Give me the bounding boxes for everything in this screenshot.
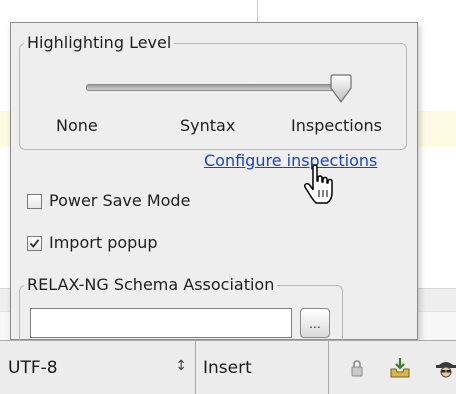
power-save-mode-checkbox-row[interactable]: Power Save Mode (27, 191, 190, 211)
import-popup-checkbox-row[interactable]: Import popup (27, 233, 158, 253)
status-bar: UTF-8 ↕ Insert (0, 340, 456, 394)
up-down-arrows-icon[interactable]: ↕ (175, 358, 187, 374)
highlighting-level-legend: Highlighting Level (24, 33, 175, 53)
configure-inspections-link[interactable]: Configure inspections (204, 151, 377, 171)
slider-thumb-icon[interactable] (327, 74, 355, 104)
import-popup-checkbox[interactable] (27, 235, 42, 251)
level-label-syntax[interactable]: Syntax (180, 116, 235, 136)
highlighting-popup: Highlighting Level None Syntax Inspectio… (10, 22, 418, 355)
encoding-value[interactable]: UTF-8 (8, 358, 58, 378)
relax-ng-schema-legend: RELAX-NG Schema Association (24, 275, 278, 295)
encoding-selector[interactable]: UTF-8 ↕ (0, 341, 196, 394)
inbox-download-icon[interactable] (388, 356, 412, 380)
lock-icon[interactable] (345, 356, 369, 380)
insert-mode-value[interactable]: Insert (203, 358, 252, 378)
browse-button[interactable]: ... (300, 308, 330, 338)
highlighting-slider-track[interactable] (86, 84, 338, 91)
highlighting-level-group: Highlighting Level None Syntax Inspectio… (19, 33, 407, 150)
power-save-mode-checkbox[interactable] (27, 193, 42, 209)
level-label-none[interactable]: None (56, 116, 98, 136)
power-save-mode-label[interactable]: Power Save Mode (49, 191, 190, 211)
import-popup-label[interactable]: Import popup (49, 233, 158, 253)
insert-mode-indicator[interactable]: Insert (197, 341, 329, 394)
hand-pointer-icon (302, 164, 336, 206)
relax-ng-schema-input[interactable] (30, 308, 292, 338)
level-label-inspections[interactable]: Inspections (291, 116, 382, 136)
checkmark-icon (29, 238, 40, 248)
hector-inspector-icon[interactable] (434, 356, 456, 380)
